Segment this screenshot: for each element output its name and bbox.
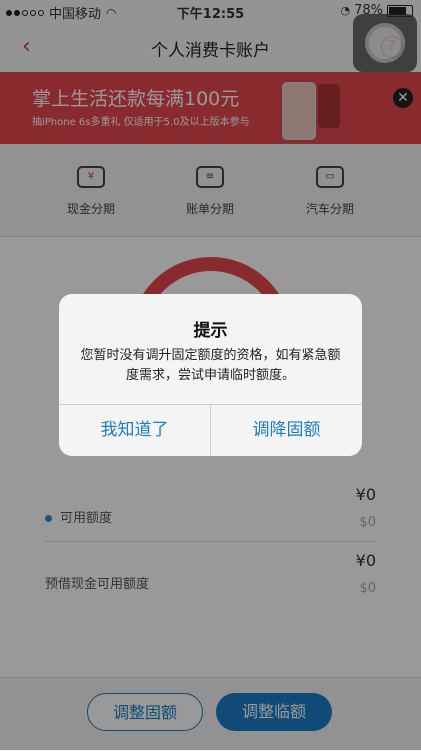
dialog-message: 您暂时没有调升固定额度的资格，如有紧急额度需求，尝试申请临时额度。 [80, 348, 341, 383]
dialog-ok-button[interactable]: 我知道了 [59, 404, 210, 456]
alert-dialog: 提示 您暂时没有调升固定额度的资格，如有紧急额度需求，尝试申请临时额度。 我知道… [59, 294, 362, 456]
dialog-title: 提示 [193, 321, 228, 341]
dialog-lower-limit-button[interactable]: 调降固额 [211, 404, 362, 456]
